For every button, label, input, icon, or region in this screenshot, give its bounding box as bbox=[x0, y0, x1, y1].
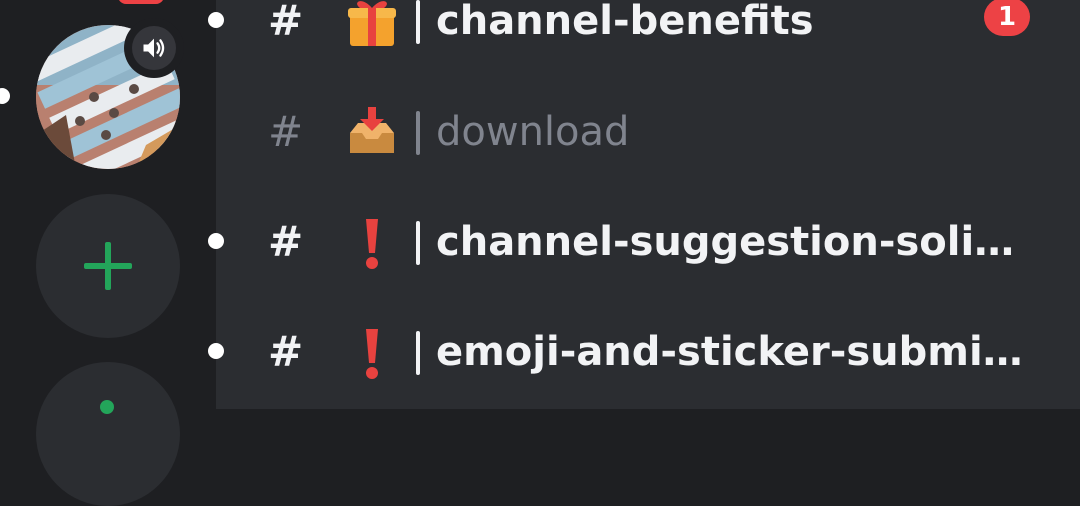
channel-name: download bbox=[436, 109, 630, 155]
gift-icon bbox=[348, 1, 396, 46]
channel-item-channel-suggestion[interactable]: # channel-suggestion-solicit... bbox=[208, 217, 1080, 307]
channel-item-emoji-and-sticker[interactable]: # emoji-and-sticker-submis... bbox=[208, 327, 1080, 417]
server-rail bbox=[0, 0, 216, 506]
inbox-tray-icon bbox=[350, 107, 394, 153]
channel-separator bbox=[416, 111, 420, 155]
plus-icon bbox=[84, 242, 132, 290]
channel-name: channel-benefits bbox=[436, 0, 814, 44]
channel-separator bbox=[416, 331, 420, 375]
notification-badge bbox=[118, 0, 164, 4]
discover-button[interactable] bbox=[36, 362, 180, 506]
channel-name: emoji-and-sticker-submis... bbox=[436, 329, 1036, 375]
text-channel-icon: # bbox=[268, 327, 304, 376]
server-selected-indicator bbox=[0, 88, 10, 104]
text-channel-icon: # bbox=[268, 217, 304, 266]
text-channel-icon: # bbox=[268, 107, 304, 156]
unread-indicator bbox=[208, 12, 224, 28]
channel-name: channel-suggestion-solicit... bbox=[436, 219, 1036, 265]
text-channel-icon: # bbox=[268, 0, 304, 45]
add-server-button[interactable] bbox=[36, 194, 180, 338]
voice-badge bbox=[124, 18, 184, 78]
mention-badge: 1 bbox=[984, 0, 1030, 36]
compass-icon bbox=[100, 400, 114, 414]
channel-item-download[interactable]: # download bbox=[216, 107, 1080, 197]
channel-item-benefits[interactable]: # channel-benefits 1 bbox=[208, 0, 1080, 86]
channel-separator bbox=[416, 0, 420, 44]
exclamation-icon bbox=[366, 219, 378, 269]
channel-separator bbox=[416, 221, 420, 265]
unread-indicator bbox=[208, 233, 224, 249]
channel-list: # channel-benefits 1 # download # channe… bbox=[208, 0, 1080, 409]
speaker-icon bbox=[143, 38, 165, 58]
exclamation-icon bbox=[366, 329, 378, 379]
unread-indicator bbox=[208, 343, 224, 359]
